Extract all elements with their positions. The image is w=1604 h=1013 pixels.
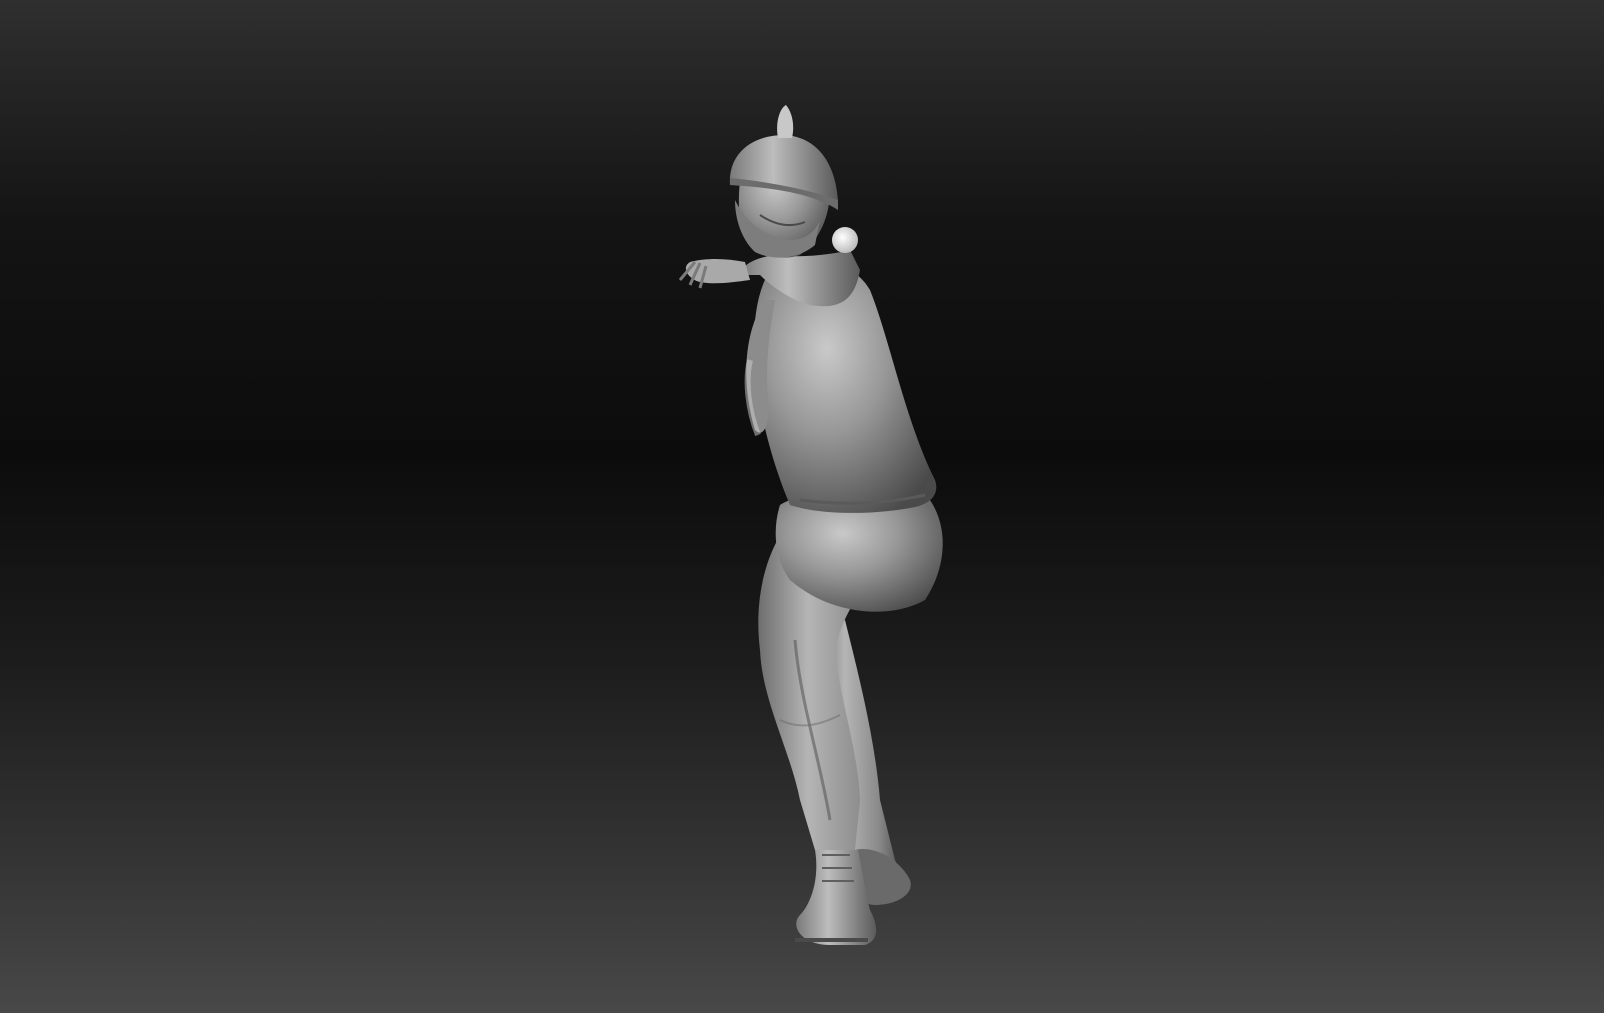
pivot-sphere-icon[interactable] [832, 227, 858, 253]
sculpted-figure[interactable] [0, 0, 1604, 1013]
sculpt-viewport[interactable] [0, 0, 1604, 1013]
